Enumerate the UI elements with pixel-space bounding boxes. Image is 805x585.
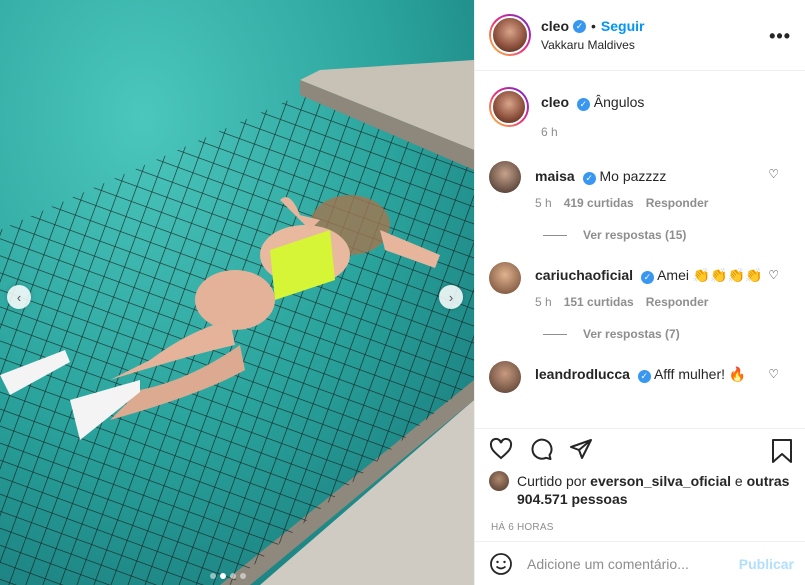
carousel-prev-button[interactable]: ‹ <box>7 285 31 309</box>
comment-item: maisa ✓ Mo pazzzz 5 h 419 curtidas Respo… <box>489 161 791 210</box>
verified-icon: ✓ <box>573 19 587 33</box>
liked-by: Curtido por everson_silva_oficial e outr… <box>475 468 805 508</box>
follow-button[interactable]: Seguir <box>601 18 645 34</box>
comment-likes[interactable]: 151 curtidas <box>564 295 634 309</box>
caption-avatar[interactable] <box>489 87 529 127</box>
comment-time[interactable]: 5 h <box>535 196 552 210</box>
verified-icon: ✓ <box>637 369 651 383</box>
comment-likes[interactable]: 419 curtidas <box>564 196 634 210</box>
reply-button[interactable]: Responder <box>646 196 709 210</box>
liked-by-avatar[interactable] <box>489 471 509 491</box>
comment-time[interactable]: 5 h <box>535 295 552 309</box>
comment-text: Afff mulher! 🔥 <box>653 366 747 382</box>
comment-like-heart-icon[interactable]: ♡ <box>768 167 779 181</box>
action-bar <box>475 428 805 468</box>
author-username[interactable]: cleo <box>541 18 569 34</box>
comment-icon[interactable] <box>529 437 553 461</box>
publish-button[interactable]: Publicar <box>739 556 794 572</box>
author-avatar[interactable] <box>489 14 531 56</box>
comment-like-heart-icon[interactable]: ♡ <box>768 367 779 381</box>
add-comment-bar: Publicar <box>475 541 805 585</box>
reply-button[interactable]: Responder <box>646 295 709 309</box>
comment-text: Mo pazzzz <box>599 168 667 184</box>
posted-time[interactable]: HÁ 6 HORAS <box>475 508 805 533</box>
carousel-dot <box>210 573 216 579</box>
comment-avatar[interactable] <box>489 262 521 294</box>
verified-icon: ✓ <box>582 171 596 185</box>
carousel-dot <box>240 573 246 579</box>
view-replies-button[interactable]: Ver respostas (7) <box>543 327 791 341</box>
view-replies-label: Ver respostas (7) <box>583 327 680 341</box>
liked-by-user[interactable]: everson_silva_oficial <box>590 473 731 489</box>
comment-avatar[interactable] <box>489 161 521 193</box>
bookmark-icon[interactable] <box>771 439 793 468</box>
header-separator: • <box>591 18 596 34</box>
photo-scene <box>0 0 474 585</box>
comment-avatar[interactable] <box>489 361 521 393</box>
share-icon[interactable] <box>569 437 593 461</box>
caption: cleo ✓ Ângulos 6 h <box>489 87 791 139</box>
view-replies-button[interactable]: Ver respostas (15) <box>543 228 791 242</box>
comments-list[interactable]: cleo ✓ Ângulos 6 h maisa ✓ Mo pazzzz 5 h… <box>475 71 805 428</box>
caption-text: Ângulos <box>593 94 645 110</box>
post-panel: cleo ✓ • Seguir Vakkaru Maldives ••• cle… <box>474 0 805 585</box>
verified-icon: ✓ <box>640 270 654 284</box>
caption-username[interactable]: cleo <box>541 94 569 110</box>
more-options-icon[interactable]: ••• <box>769 26 791 47</box>
comment-username[interactable]: maisa <box>535 168 575 184</box>
carousel-dot-active <box>220 573 226 579</box>
emoji-icon[interactable] <box>489 552 513 576</box>
comment-like-heart-icon[interactable]: ♡ <box>768 268 779 282</box>
comment-input[interactable] <box>527 555 727 572</box>
post-header: cleo ✓ • Seguir Vakkaru Maldives ••• <box>475 0 805 71</box>
comment-username[interactable]: leandrodlucca <box>535 366 630 382</box>
carousel-next-button[interactable]: › <box>439 285 463 309</box>
carousel-dots <box>210 573 246 579</box>
heart-icon[interactable] <box>489 437 513 461</box>
caption-time[interactable]: 6 h <box>541 125 558 139</box>
liked-by-prefix: Curtido por <box>517 473 587 489</box>
post-photo[interactable]: ‹ › <box>0 0 474 585</box>
comment-text: Amei 👏👏👏👏 <box>657 267 763 283</box>
comment-item: leandrodlucca ✓ Afff mulher! 🔥 ♡ <box>489 361 791 393</box>
liked-by-connector: e <box>734 473 743 489</box>
comment-item: cariuchaoficial ✓ Amei 👏👏👏👏 5 h 151 curt… <box>489 262 791 309</box>
verified-icon: ✓ <box>576 97 590 111</box>
view-replies-label: Ver respostas (15) <box>583 228 687 242</box>
comment-username[interactable]: cariuchaoficial <box>535 267 633 283</box>
location-link[interactable]: Vakkaru Maldives <box>541 38 645 52</box>
carousel-dot <box>230 573 236 579</box>
